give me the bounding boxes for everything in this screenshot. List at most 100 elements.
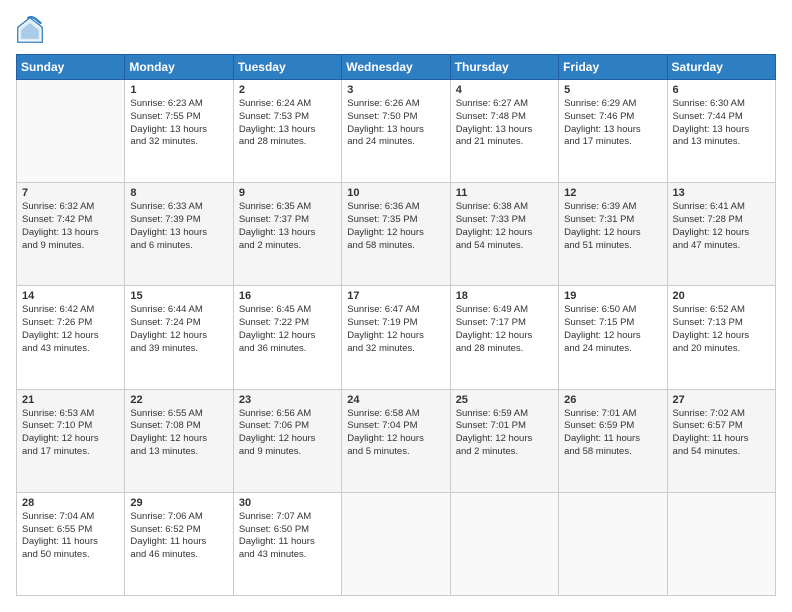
day-number: 9 [239, 187, 336, 199]
day-number: 8 [130, 187, 227, 199]
header-wednesday: Wednesday [342, 55, 450, 80]
day-number: 13 [673, 187, 770, 199]
calendar-cell: 13 Sunrise: 6:41 AM Sunset: 7:28 PM Dayli… [667, 183, 775, 286]
calendar-week-row: 28 Sunrise: 7:04 AM Sunset: 6:55 PM Dayli… [17, 492, 776, 595]
day-info: Sunrise: 7:07 AM Sunset: 6:50 PM Dayligh… [239, 511, 336, 562]
day-number: 26 [564, 394, 661, 406]
day-number: 10 [347, 187, 444, 199]
calendar-cell [667, 492, 775, 595]
day-number: 21 [22, 394, 119, 406]
calendar-cell: 19 Sunrise: 6:50 AM Sunset: 7:15 PM Dayli… [559, 286, 667, 389]
day-info: Sunrise: 6:24 AM Sunset: 7:53 PM Dayligh… [239, 98, 336, 149]
day-info: Sunrise: 6:27 AM Sunset: 7:48 PM Dayligh… [456, 98, 553, 149]
day-number: 23 [239, 394, 336, 406]
day-info: Sunrise: 6:30 AM Sunset: 7:44 PM Dayligh… [673, 98, 770, 149]
header-saturday: Saturday [667, 55, 775, 80]
day-number: 17 [347, 290, 444, 302]
calendar-cell: 26 Sunrise: 7:01 AM Sunset: 6:59 PM Dayli… [559, 389, 667, 492]
day-info: Sunrise: 6:36 AM Sunset: 7:35 PM Dayligh… [347, 201, 444, 252]
day-info: Sunrise: 6:42 AM Sunset: 7:26 PM Dayligh… [22, 304, 119, 355]
day-info: Sunrise: 6:58 AM Sunset: 7:04 PM Dayligh… [347, 408, 444, 459]
day-info: Sunrise: 7:02 AM Sunset: 6:57 PM Dayligh… [673, 408, 770, 459]
calendar-cell: 23 Sunrise: 6:56 AM Sunset: 7:06 PM Dayli… [233, 389, 341, 492]
calendar-cell: 8Sunrise: 6:33 AM Sunset: 7:39 PM Daylig… [125, 183, 233, 286]
calendar-cell [342, 492, 450, 595]
day-number: 12 [564, 187, 661, 199]
day-info: Sunrise: 6:53 AM Sunset: 7:10 PM Dayligh… [22, 408, 119, 459]
page-header [16, 16, 776, 44]
calendar-cell: 16Sunrise: 6:45 AM Sunset: 7:22 PM Dayli… [233, 286, 341, 389]
day-info: Sunrise: 6:44 AM Sunset: 7:24 PM Dayligh… [130, 304, 227, 355]
day-info: Sunrise: 6:23 AM Sunset: 7:55 PM Dayligh… [130, 98, 227, 149]
calendar-cell: 14 Sunrise: 6:42 AM Sunset: 7:26 PM Dayli… [17, 286, 125, 389]
calendar-cell: 11Sunrise: 6:38 AM Sunset: 7:33 PM Dayli… [450, 183, 558, 286]
day-info: Sunrise: 7:04 AM Sunset: 6:55 PM Dayligh… [22, 511, 119, 562]
header-thursday: Thursday [450, 55, 558, 80]
day-number: 25 [456, 394, 553, 406]
day-info: Sunrise: 7:01 AM Sunset: 6:59 PM Dayligh… [564, 408, 661, 459]
calendar-cell: 27 Sunrise: 7:02 AM Sunset: 6:57 PM Dayli… [667, 389, 775, 492]
calendar-cell: 21 Sunrise: 6:53 AM Sunset: 7:10 PM Dayli… [17, 389, 125, 492]
header-tuesday: Tuesday [233, 55, 341, 80]
day-info: Sunrise: 6:50 AM Sunset: 7:15 PM Dayligh… [564, 304, 661, 355]
day-number: 27 [673, 394, 770, 406]
calendar-cell: 1 Sunrise: 6:23 AM Sunset: 7:55 PM Daylig… [125, 80, 233, 183]
day-number: 30 [239, 497, 336, 509]
day-info: Sunrise: 6:56 AM Sunset: 7:06 PM Dayligh… [239, 408, 336, 459]
day-number: 15 [130, 290, 227, 302]
day-info: Sunrise: 6:32 AM Sunset: 7:42 PM Dayligh… [22, 201, 119, 252]
header-friday: Friday [559, 55, 667, 80]
calendar-cell: 29Sunrise: 7:06 AM Sunset: 6:52 PM Dayli… [125, 492, 233, 595]
day-number: 4 [456, 84, 553, 96]
calendar-cell: 5 Sunrise: 6:29 AM Sunset: 7:46 PM Daylig… [559, 80, 667, 183]
day-number: 22 [130, 394, 227, 406]
calendar-cell: 6 Sunrise: 6:30 AM Sunset: 7:44 PM Daylig… [667, 80, 775, 183]
calendar-cell: 9 Sunrise: 6:35 AM Sunset: 7:37 PM Daylig… [233, 183, 341, 286]
calendar-cell: 7 Sunrise: 6:32 AM Sunset: 7:42 PM Daylig… [17, 183, 125, 286]
day-number: 24 [347, 394, 444, 406]
day-number: 3 [347, 84, 444, 96]
day-number: 1 [130, 84, 227, 96]
header-sunday: Sunday [17, 55, 125, 80]
day-info: Sunrise: 6:35 AM Sunset: 7:37 PM Dayligh… [239, 201, 336, 252]
calendar-cell: 15 Sunrise: 6:44 AM Sunset: 7:24 PM Dayli… [125, 286, 233, 389]
day-number: 14 [22, 290, 119, 302]
calendar-cell: 25 Sunrise: 6:59 AM Sunset: 7:01 PM Dayli… [450, 389, 558, 492]
day-info: Sunrise: 6:29 AM Sunset: 7:46 PM Dayligh… [564, 98, 661, 149]
calendar-cell: 10 Sunrise: 6:36 AM Sunset: 7:35 PM Dayli… [342, 183, 450, 286]
day-number: 5 [564, 84, 661, 96]
day-info: Sunrise: 6:45 AM Sunset: 7:22 PM Dayligh… [239, 304, 336, 355]
day-info: Sunrise: 6:59 AM Sunset: 7:01 PM Dayligh… [456, 408, 553, 459]
day-number: 11 [456, 187, 553, 199]
logo-icon [16, 16, 44, 44]
calendar-header-row: SundayMondayTuesdayWednesdayThursdayFrid… [17, 55, 776, 80]
day-number: 28 [22, 497, 119, 509]
calendar-cell: 20 Sunrise: 6:52 AM Sunset: 7:13 PM Dayli… [667, 286, 775, 389]
calendar-week-row: 21 Sunrise: 6:53 AM Sunset: 7:10 PM Dayli… [17, 389, 776, 492]
day-number: 19 [564, 290, 661, 302]
day-info: Sunrise: 6:41 AM Sunset: 7:28 PM Dayligh… [673, 201, 770, 252]
calendar-cell: 4 Sunrise: 6:27 AM Sunset: 7:48 PM Daylig… [450, 80, 558, 183]
calendar-cell: 22Sunrise: 6:55 AM Sunset: 7:08 PM Dayli… [125, 389, 233, 492]
day-number: 29 [130, 497, 227, 509]
calendar-cell [450, 492, 558, 595]
calendar-week-row: 1 Sunrise: 6:23 AM Sunset: 7:55 PM Daylig… [17, 80, 776, 183]
calendar-cell: 24 Sunrise: 6:58 AM Sunset: 7:04 PM Dayli… [342, 389, 450, 492]
calendar-cell: 2Sunrise: 6:24 AM Sunset: 7:53 PM Daylig… [233, 80, 341, 183]
calendar-week-row: 14 Sunrise: 6:42 AM Sunset: 7:26 PM Dayli… [17, 286, 776, 389]
header-monday: Monday [125, 55, 233, 80]
calendar-cell: 30 Sunrise: 7:07 AM Sunset: 6:50 PM Dayli… [233, 492, 341, 595]
calendar-cell: 3 Sunrise: 6:26 AM Sunset: 7:50 PM Daylig… [342, 80, 450, 183]
calendar-cell: 28 Sunrise: 7:04 AM Sunset: 6:55 PM Dayli… [17, 492, 125, 595]
calendar-cell [17, 80, 125, 183]
calendar-table: SundayMondayTuesdayWednesdayThursdayFrid… [16, 54, 776, 596]
logo [16, 16, 48, 44]
calendar-cell: 12Sunrise: 6:39 AM Sunset: 7:31 PM Dayli… [559, 183, 667, 286]
day-number: 7 [22, 187, 119, 199]
day-info: Sunrise: 6:26 AM Sunset: 7:50 PM Dayligh… [347, 98, 444, 149]
day-number: 6 [673, 84, 770, 96]
calendar-cell: 18Sunrise: 6:49 AM Sunset: 7:17 PM Dayli… [450, 286, 558, 389]
day-number: 18 [456, 290, 553, 302]
day-number: 20 [673, 290, 770, 302]
day-info: Sunrise: 6:52 AM Sunset: 7:13 PM Dayligh… [673, 304, 770, 355]
